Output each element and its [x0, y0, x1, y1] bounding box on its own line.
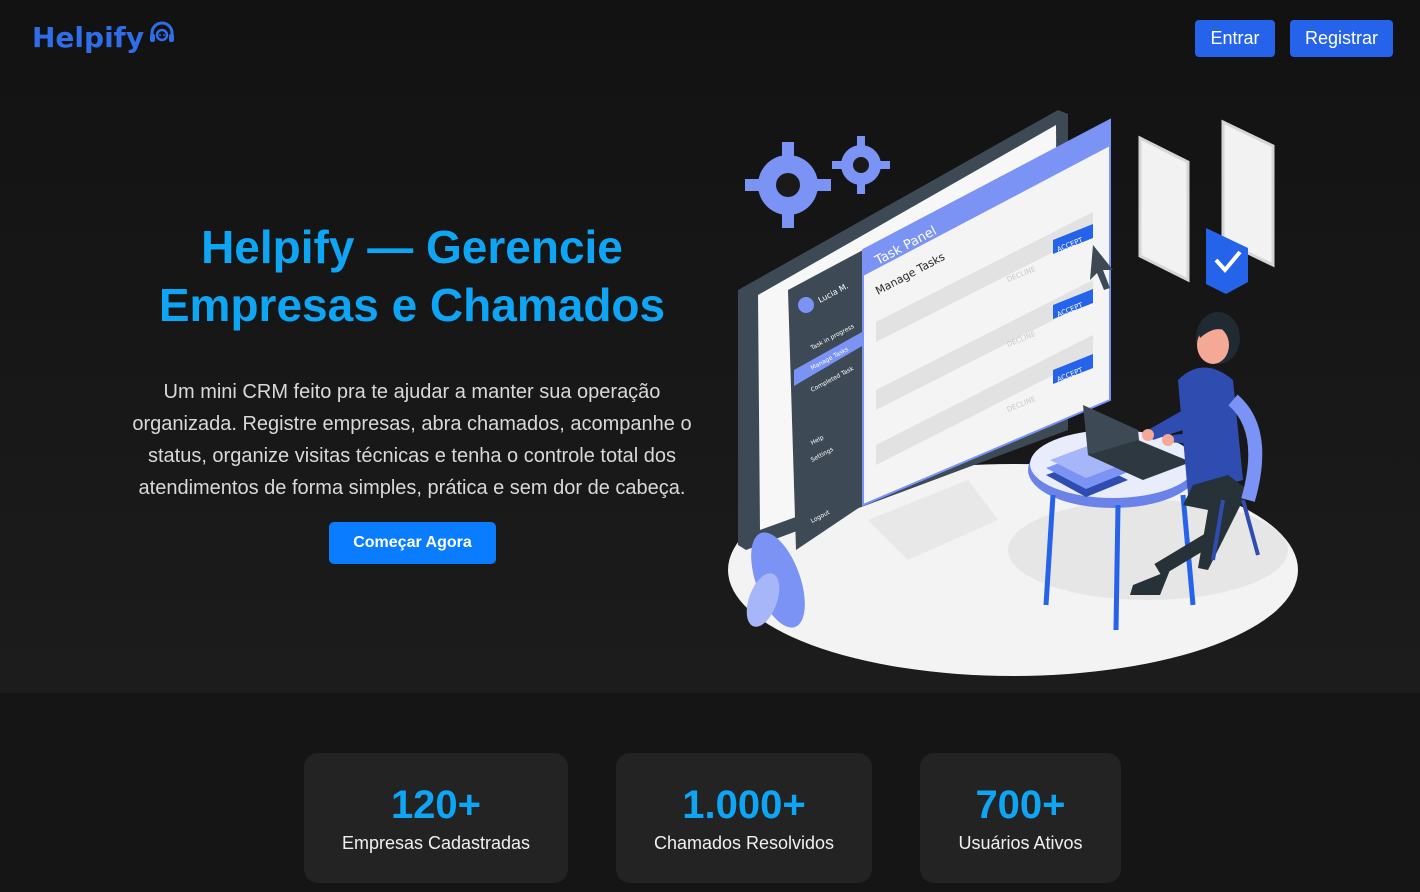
- hero-illustration: Lucia M. Task in progress Manage Tasks C…: [728, 100, 1318, 680]
- stat-value: 700+: [975, 783, 1066, 827]
- stat-label: Usuários Ativos: [958, 833, 1083, 853]
- top-navbar: Helpify Entrar Registrar: [0, 0, 1420, 78]
- hero-title: Helpify — Gerencie Empresas e Chamados: [158, 221, 666, 331]
- stat-label: Empresas Cadastradas: [341, 833, 531, 853]
- stat-card-tickets: 1.000+ Chamados Resolvidos: [616, 753, 872, 883]
- headset-icon: [148, 20, 176, 55]
- stat-value: 120+: [390, 783, 482, 827]
- stat-card-companies: 120+ Empresas Cadastradas: [304, 753, 568, 883]
- stat-label: Chamados Resolvidos: [653, 833, 835, 853]
- logo[interactable]: Helpify: [32, 20, 176, 55]
- gear-icon-small: [832, 136, 890, 194]
- login-button[interactable]: Entrar: [1195, 20, 1275, 57]
- register-button[interactable]: Registrar: [1290, 20, 1393, 57]
- gear-icon-large: [745, 142, 831, 228]
- hero-section: Helpify — Gerencie Empresas e Chamados U…: [112, 218, 712, 504]
- stat-card-users: 700+ Usuários Ativos: [920, 753, 1121, 883]
- hero-description: Um mini CRM feito pra te ajudar a manter…: [132, 381, 692, 499]
- stat-value: 1.000+: [682, 783, 806, 827]
- wall-frame-1: [1138, 135, 1190, 283]
- start-now-button[interactable]: Começar Agora: [329, 522, 496, 564]
- logo-text: Helpify: [32, 21, 145, 54]
